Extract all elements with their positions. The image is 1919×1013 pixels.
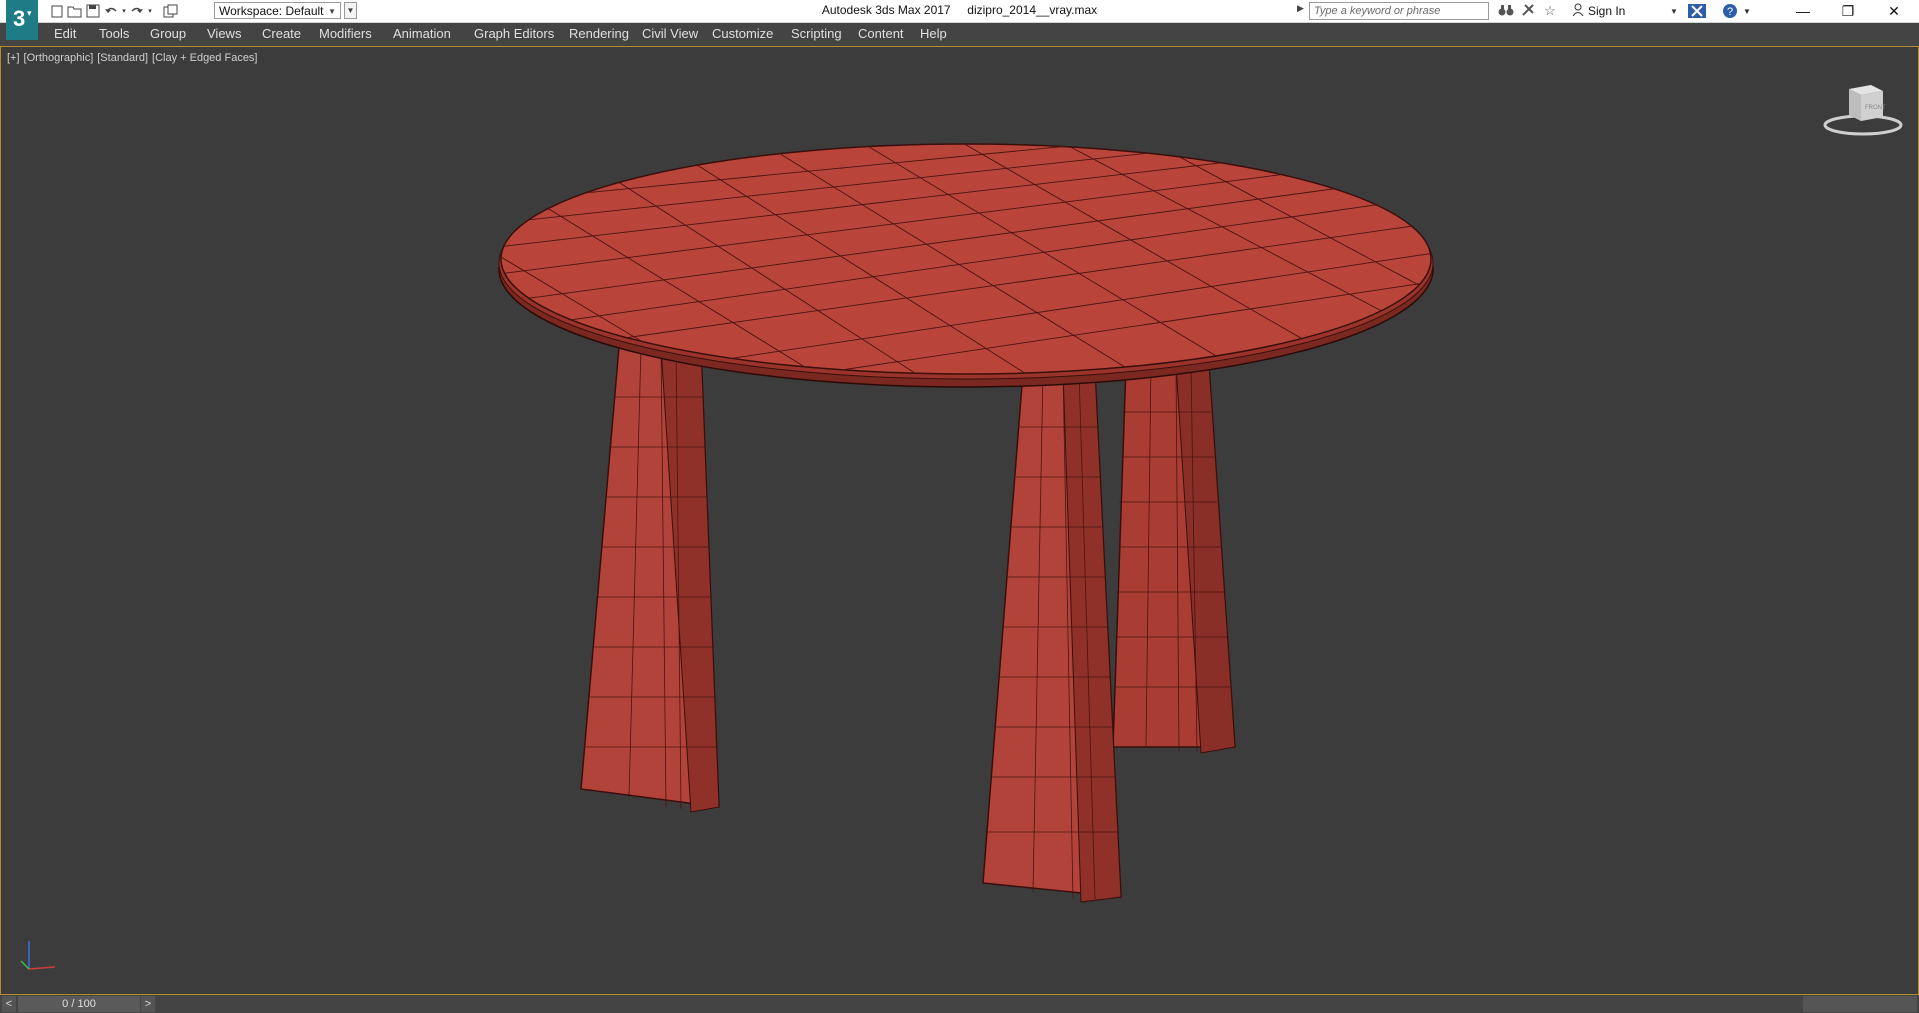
axis-tripod-icon [20,941,56,970]
restore-button[interactable]: ❐ [1826,0,1870,22]
file-name: dizipro_2014__vray.max [967,3,1098,17]
user-icon [1572,3,1584,19]
search-input[interactable] [1309,2,1489,20]
next-frame-button[interactable]: > [141,996,155,1012]
svg-text:3: 3 [13,6,25,31]
app-title: Autodesk 3ds Max 2017 [821,3,951,17]
menu-rendering[interactable]: Rendering [569,26,629,41]
perspective-viewport[interactable]: [+] [Orthographic] [Standard] [Clay + Edged… [0,47,1919,994]
new-file-icon[interactable] [48,2,66,20]
exchange-x-icon[interactable] [1688,2,1706,20]
menu-customize[interactable]: Customize [712,26,773,41]
menu-help[interactable]: Help [920,26,947,41]
minimize-button[interactable]: — [1781,0,1825,22]
infocenter-tools: ☆ [1495,2,1561,20]
save-icon[interactable] [84,2,102,20]
quick-access-toolbar: ▾ ▾ [48,2,180,20]
app-logo-icon[interactable]: 3 ▾ [6,0,38,40]
viewcube-icon[interactable]: FRONT [1821,77,1905,137]
workspace-label: Workspace: Default [219,4,324,18]
table-model[interactable] [1,47,1918,994]
table-leg-front[interactable] [982,371,1122,903]
menu-create[interactable]: Create [262,26,301,41]
close-button[interactable]: ✕ [1872,0,1916,22]
undo-icon[interactable] [102,2,120,20]
menu-graph-editors[interactable]: Graph Editors [474,26,554,41]
search-expand-icon[interactable]: ▶ [1297,3,1304,14]
redo-icon[interactable] [128,2,146,20]
table-leg-left[interactable] [580,346,720,813]
prev-frame-button[interactable]: < [2,996,16,1012]
sign-in-label: Sign In [1588,4,1626,18]
time-slider[interactable]: 0 / 100 [18,996,140,1012]
svg-text:▾: ▾ [27,8,32,18]
open-file-icon[interactable] [66,2,84,20]
menu-animation[interactable]: Animation [393,26,451,41]
sign-in-button[interactable]: Sign In [1572,3,1625,19]
menu-edit[interactable]: Edit [54,26,76,41]
viewcube-face-label: FRONT [1865,105,1886,111]
help-icon[interactable]: ? [1722,2,1738,20]
table-leg-back-right[interactable] [1112,364,1236,754]
star-tools-icon[interactable] [1517,3,1539,20]
timeline-track[interactable] [155,996,1800,1012]
favorites-star-icon[interactable]: ☆ [1539,3,1561,19]
menu-views[interactable]: Views [207,26,241,41]
title-bar: 3 ▾ ▾ ▾ Workspace: Default ▼ ▼ Autodesk … [0,0,1919,40]
menu-group[interactable]: Group [150,26,186,41]
sign-in-dropdown-icon[interactable]: ▼ [1670,2,1678,20]
menu-modifiers[interactable]: Modifiers [319,26,372,41]
undo-dropdown-icon[interactable]: ▾ [120,2,128,20]
menu-scripting[interactable]: Scripting [791,26,842,41]
menu-tools[interactable]: Tools [99,26,129,41]
workspace-options-button[interactable]: ▼ [344,2,357,19]
time-slider-bar: < 0 / 100 > [0,994,1919,1013]
menu-civil-view[interactable]: Civil View [642,26,698,41]
help-dropdown-icon[interactable]: ▼ [1743,2,1751,20]
timeline-scrollbar[interactable] [1803,996,1917,1012]
chevron-down-icon: ▼ [328,7,336,16]
workspace-selector[interactable]: Workspace: Default ▼ [214,2,341,19]
binoculars-icon[interactable] [1495,3,1517,20]
project-folder-icon[interactable] [162,2,180,20]
table-top[interactable] [401,139,1441,388]
svg-text:?: ? [1727,6,1733,18]
redo-dropdown-icon[interactable]: ▾ [146,2,154,20]
menu-bar: Edit Tools Group Views Create Modifiers … [0,23,1919,47]
menu-content[interactable]: Content [858,26,904,41]
